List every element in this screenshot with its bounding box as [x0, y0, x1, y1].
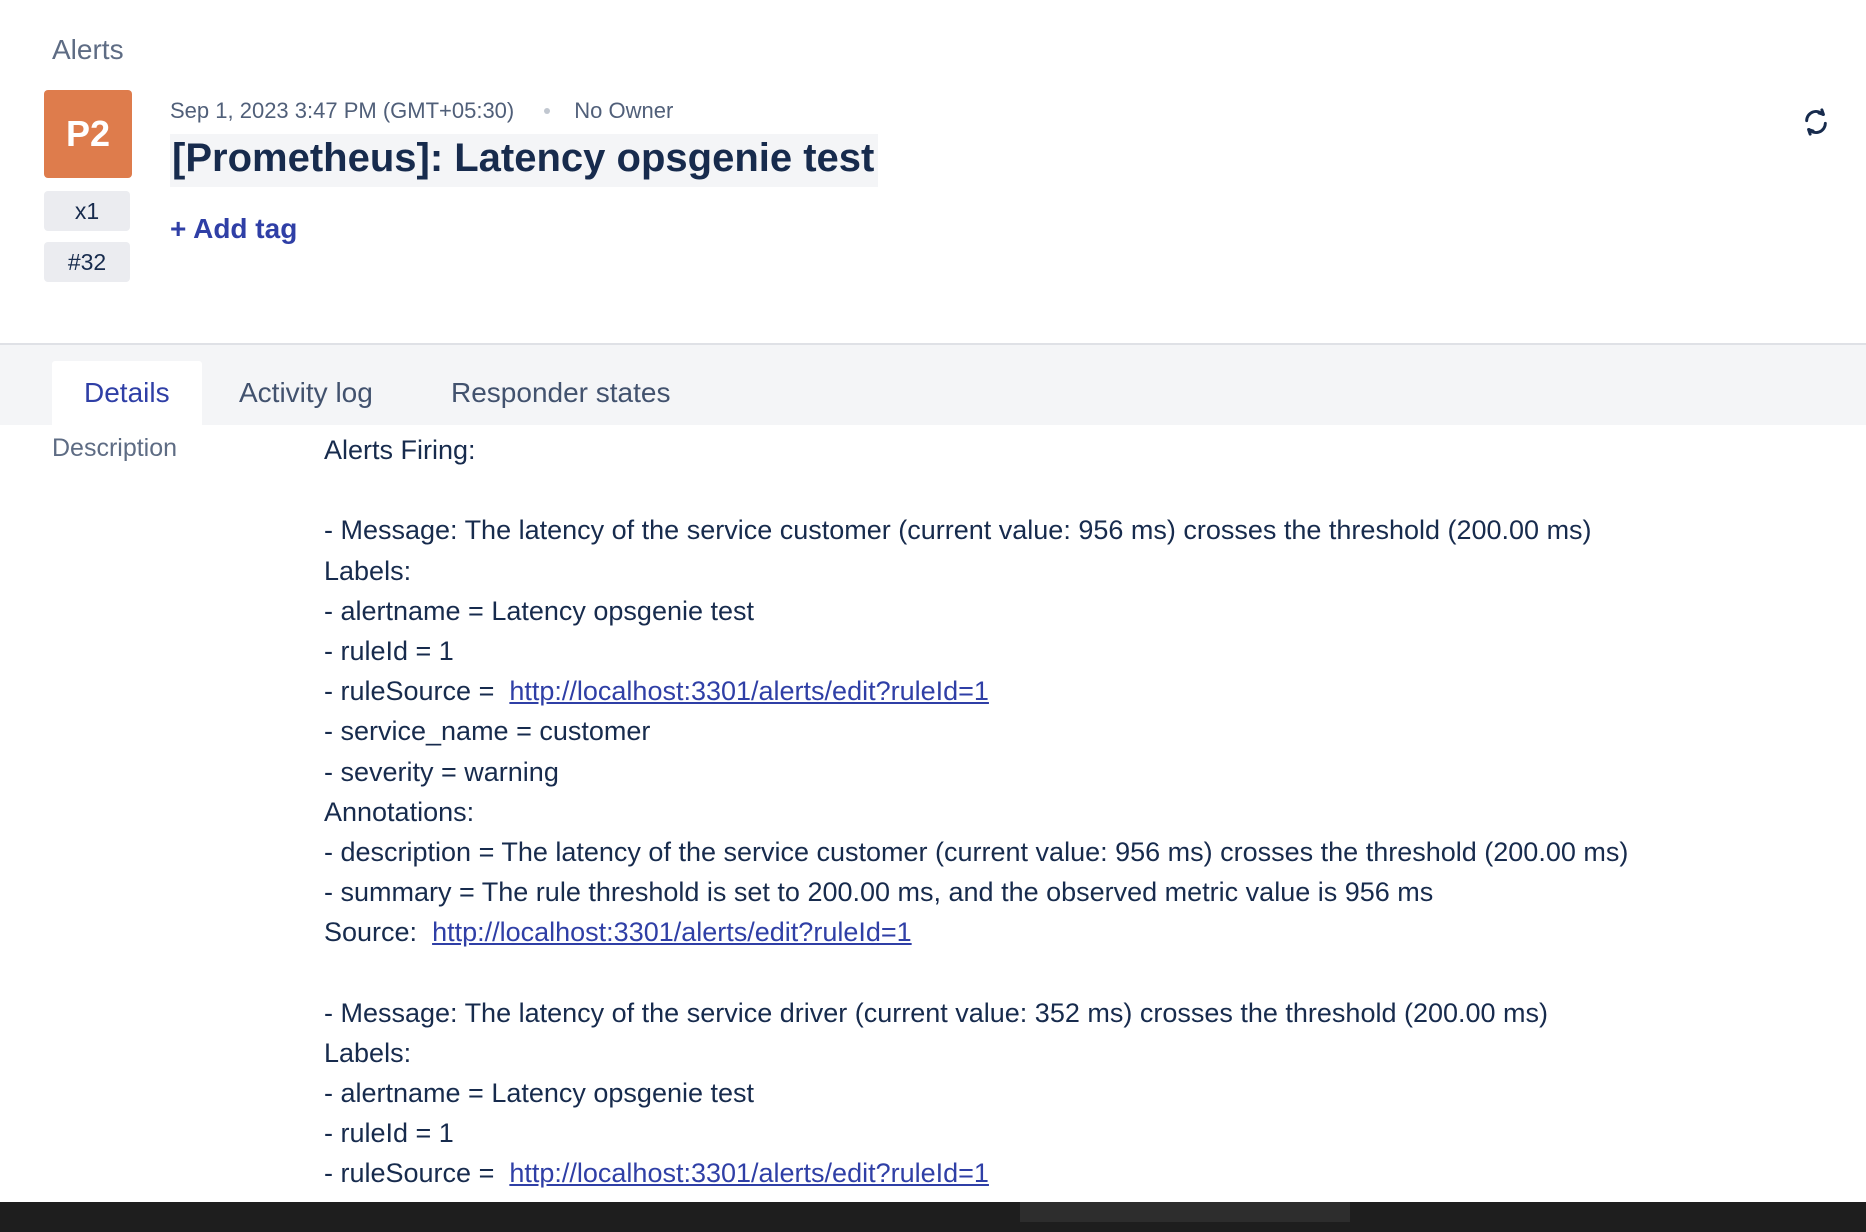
alert-detail-page: Alerts P2 x1 #32 Sep 1, 2023 3:47 PM (GM…	[0, 0, 1866, 1232]
description-line	[324, 470, 1628, 510]
tab-activity-log[interactable]: Activity log	[239, 361, 373, 425]
description-line: - ruleSource = http://localhost:3301/ale…	[324, 1153, 1628, 1193]
description-line: - severity = warning	[324, 752, 1628, 792]
alert-count-badge: x1	[44, 191, 130, 231]
description-line: Annotations:	[324, 792, 1628, 832]
alert-title[interactable]: [Prometheus]: Latency opsgenie test	[170, 134, 879, 187]
description-line-text: - severity = warning	[324, 756, 559, 787]
tab-bar: Details Activity log Responder states	[0, 343, 1866, 425]
tab-responder-states[interactable]: Responder states	[451, 361, 670, 425]
description-line: - summary = The rule threshold is set to…	[324, 872, 1628, 912]
description-line-text: - description = The latency of the servi…	[324, 836, 1629, 867]
description-line-text: - summary = The rule threshold is set to…	[324, 877, 1434, 908]
description-body: Alerts Firing: - Message: The latency of …	[324, 430, 1628, 1194]
description-line: - description = The latency of the servi…	[324, 832, 1628, 872]
add-tag-button[interactable]: + Add tag	[170, 213, 297, 245]
description-line: Source: http://localhost:3301/alerts/edi…	[324, 912, 1628, 952]
description-line	[324, 952, 1628, 992]
description-line-text: - alertname = Latency opsgenie test	[324, 595, 755, 626]
rule-source-link[interactable]: http://localhost:3301/alerts/edit?ruleId…	[509, 676, 989, 706]
description-line: - alertname = Latency opsgenie test	[324, 591, 1628, 631]
description-line: - Message: The latency of the service cu…	[324, 510, 1628, 550]
description-line: Alerts Firing:	[324, 430, 1628, 470]
description-line-text: - ruleId = 1	[324, 635, 454, 666]
description-line: Labels:	[324, 551, 1628, 591]
description-line-text: - Message: The latency of the service dr…	[324, 997, 1549, 1028]
priority-badge[interactable]: P2	[44, 90, 132, 178]
description-line: - service_name = customer	[324, 711, 1628, 751]
description-line-text: Alerts Firing:	[324, 435, 476, 465]
description-line: - ruleId = 1	[324, 631, 1628, 671]
description-line-text: - service_name = customer	[324, 716, 651, 747]
separator-dot	[544, 108, 551, 114]
alert-created-time: Sep 1, 2023 3:47 PM (GMT+05:30)	[170, 98, 515, 123]
description-line: - alertname = Latency opsgenie test	[324, 1073, 1628, 1113]
rule-source-link[interactable]: http://localhost:3301/alerts/edit?ruleId…	[509, 1158, 989, 1188]
description-line-text: - Message: The latency of the service cu…	[324, 515, 1592, 546]
description-line-text: - ruleSource =	[324, 1158, 502, 1189]
description-line: Labels:	[324, 1033, 1628, 1073]
description-line-text: Labels:	[324, 555, 412, 586]
background-window-strip	[0, 1202, 1866, 1232]
alert-meta: Sep 1, 2023 3:47 PM (GMT+05:30) No Owner	[170, 98, 673, 124]
alert-id-badge: #32	[44, 242, 130, 282]
rule-source-link[interactable]: http://localhost:3301/alerts/edit?ruleId…	[432, 917, 912, 947]
description-line-text: - ruleSource =	[324, 676, 502, 707]
breadcrumb[interactable]: Alerts	[52, 34, 124, 66]
background-highlight	[1020, 1202, 1350, 1222]
description-line-text: Labels:	[324, 1037, 412, 1068]
description-line: - ruleId = 1	[324, 1113, 1628, 1153]
description-line-text: - alertname = Latency opsgenie test	[324, 1078, 755, 1108]
alert-owner[interactable]: No Owner	[574, 98, 673, 124]
description-label: Description	[52, 434, 178, 462]
refresh-icon[interactable]	[1800, 106, 1832, 138]
description-line: - Message: The latency of the service dr…	[324, 993, 1628, 1033]
description-line-text: Annotations:	[324, 796, 475, 827]
tab-details[interactable]: Details	[52, 361, 202, 425]
description-line-text: Source:	[324, 917, 425, 948]
description-line-text: - ruleId = 1	[324, 1118, 454, 1149]
description-line: - ruleSource = http://localhost:3301/ale…	[324, 671, 1628, 711]
